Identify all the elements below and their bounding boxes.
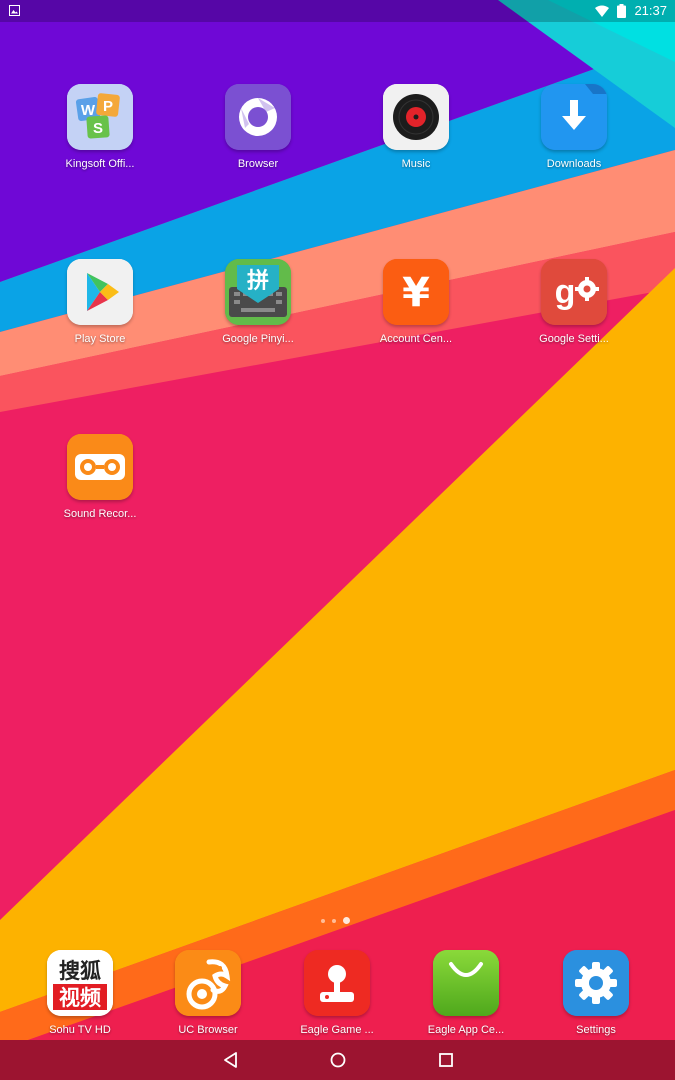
app-label: UC Browser	[178, 1024, 238, 1036]
app-label: Eagle App Ce...	[427, 1024, 505, 1036]
dock-settings[interactable]: Settings	[541, 950, 651, 1037]
app-google-settings[interactable]: g Google Setti...	[519, 259, 629, 346]
dock-eagle-app-center[interactable]: Eagle App Ce...	[411, 950, 521, 1037]
app-label: Kingsoft Offi...	[65, 158, 135, 170]
svg-text:¥: ¥	[402, 270, 430, 316]
wifi-icon	[595, 5, 610, 17]
navigation-bar	[0, 1040, 675, 1080]
picture-icon	[9, 5, 20, 16]
music-icon	[383, 84, 449, 150]
app-label: Eagle Game ...	[300, 1024, 374, 1036]
uc-browser-icon	[175, 950, 241, 1016]
svg-text:S: S	[93, 120, 103, 137]
sohu-tv-icon: 搜狐 视频	[47, 950, 113, 1016]
app-label: Sohu TV HD	[49, 1024, 111, 1036]
app-label: Music	[401, 158, 431, 170]
dock-uc-browser[interactable]: UC Browser	[153, 950, 263, 1037]
app-label: Google Setti...	[539, 333, 609, 345]
browser-icon	[225, 84, 291, 150]
app-label: Browser	[237, 158, 279, 170]
app-label: Sound Recor...	[63, 508, 137, 520]
recents-icon[interactable]	[434, 1048, 458, 1072]
app-label: Settings	[576, 1024, 616, 1036]
svg-text:P: P	[103, 98, 113, 115]
app-google-pinyin[interactable]: 拼 Google Pinyi...	[203, 259, 313, 346]
battery-icon	[617, 4, 627, 18]
home-icon[interactable]	[326, 1048, 350, 1072]
dock-eagle-game[interactable]: Eagle Game ...	[282, 950, 392, 1037]
app-label: Google Pinyi...	[222, 333, 294, 345]
app-label: Account Cen...	[379, 333, 453, 345]
sound-recorder-icon	[67, 434, 133, 500]
app-music[interactable]: Music	[361, 84, 471, 171]
page-dot[interactable]	[332, 918, 336, 923]
account-center-icon: ¥	[383, 259, 449, 325]
app-sound-recorder[interactable]: Sound Recor...	[45, 434, 155, 521]
app-browser[interactable]: Browser	[203, 84, 313, 171]
google-pinyin-icon: 拼	[225, 259, 291, 325]
app-kingsoft-office[interactable]: W P S Kingsoft Offi...	[45, 84, 155, 171]
eagle-app-center-icon	[433, 950, 499, 1016]
google-settings-icon: g	[541, 259, 607, 325]
app-play-store[interactable]: Play Store	[45, 259, 155, 346]
dock-sohu-tv[interactable]: 搜狐 视频 Sohu TV HD	[25, 950, 135, 1037]
downloads-icon	[541, 84, 607, 150]
clock: 21:37	[634, 3, 667, 18]
page-dot[interactable]	[321, 918, 325, 923]
eagle-game-icon	[304, 950, 370, 1016]
app-label: Downloads	[546, 158, 602, 170]
settings-icon	[563, 950, 629, 1016]
svg-text:拼: 拼	[247, 268, 269, 294]
svg-text:g: g	[555, 273, 576, 311]
status-bar: 21:37	[0, 0, 675, 22]
svg-text:视频: 视频	[59, 986, 101, 1010]
page-indicator	[321, 917, 350, 924]
app-label: Play Store	[74, 333, 126, 345]
page-dot-active[interactable]	[343, 917, 350, 924]
play-store-icon	[67, 259, 133, 325]
svg-text:W: W	[81, 102, 96, 119]
app-downloads[interactable]: Downloads	[519, 84, 629, 171]
wps-office-icon: W P S	[67, 84, 133, 150]
back-icon[interactable]	[219, 1048, 243, 1072]
svg-text:搜狐: 搜狐	[59, 959, 101, 983]
app-account-center[interactable]: ¥ Account Cen...	[361, 259, 471, 346]
